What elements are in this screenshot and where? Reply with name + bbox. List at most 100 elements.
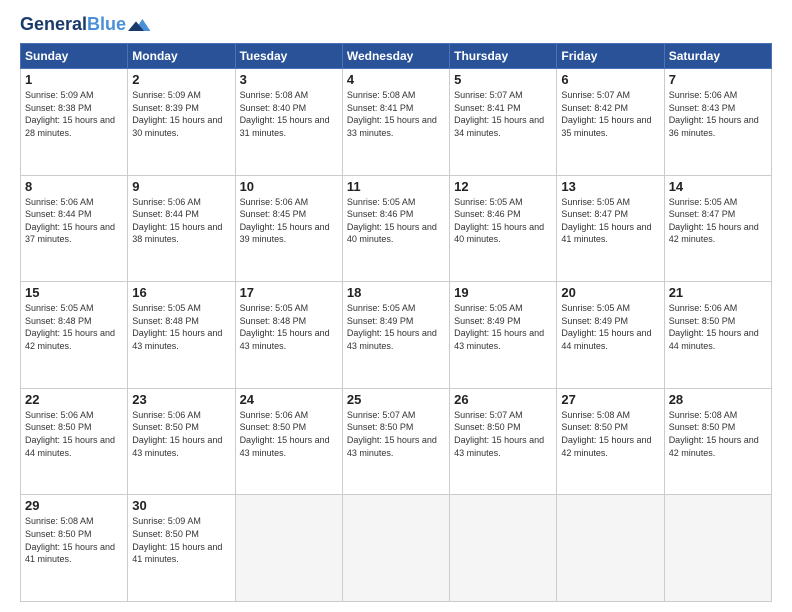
daylight-label: Daylight: 15 hours and 38 minutes. (132, 222, 222, 245)
day-info: Sunrise: 5:07 AM Sunset: 8:50 PM Dayligh… (454, 409, 552, 459)
calendar-week-2: 8 Sunrise: 5:06 AM Sunset: 8:44 PM Dayli… (21, 175, 772, 282)
sunset-label: Sunset: 8:41 PM (454, 103, 521, 113)
daylight-label: Daylight: 15 hours and 44 minutes. (561, 328, 651, 351)
daylight-label: Daylight: 15 hours and 42 minutes. (669, 222, 759, 245)
day-info: Sunrise: 5:06 AM Sunset: 8:50 PM Dayligh… (240, 409, 338, 459)
sunset-label: Sunset: 8:50 PM (132, 529, 199, 539)
empty-cell (557, 495, 664, 602)
col-header-sunday: Sunday (21, 44, 128, 69)
header-row: SundayMondayTuesdayWednesdayThursdayFrid… (21, 44, 772, 69)
sunrise-label: Sunrise: 5:06 AM (132, 197, 201, 207)
calendar-week-5: 29 Sunrise: 5:08 AM Sunset: 8:50 PM Dayl… (21, 495, 772, 602)
col-header-friday: Friday (557, 44, 664, 69)
daylight-label: Daylight: 15 hours and 40 minutes. (454, 222, 544, 245)
day-cell-24: 24 Sunrise: 5:06 AM Sunset: 8:50 PM Dayl… (235, 388, 342, 495)
calendar-week-3: 15 Sunrise: 5:05 AM Sunset: 8:48 PM Dayl… (21, 282, 772, 389)
daylight-label: Daylight: 15 hours and 43 minutes. (240, 328, 330, 351)
sunset-label: Sunset: 8:46 PM (454, 209, 521, 219)
day-number: 29 (25, 498, 123, 513)
sunrise-label: Sunrise: 5:06 AM (25, 197, 94, 207)
col-header-saturday: Saturday (664, 44, 771, 69)
day-info: Sunrise: 5:08 AM Sunset: 8:40 PM Dayligh… (240, 89, 338, 139)
day-info: Sunrise: 5:06 AM Sunset: 8:50 PM Dayligh… (669, 302, 767, 352)
sunset-label: Sunset: 8:41 PM (347, 103, 414, 113)
daylight-label: Daylight: 15 hours and 43 minutes. (132, 435, 222, 458)
sunset-label: Sunset: 8:44 PM (132, 209, 199, 219)
sunrise-label: Sunrise: 5:05 AM (669, 197, 738, 207)
sunset-label: Sunset: 8:50 PM (347, 422, 414, 432)
day-number: 18 (347, 285, 445, 300)
sunrise-label: Sunrise: 5:07 AM (454, 410, 523, 420)
sunrise-label: Sunrise: 5:07 AM (347, 410, 416, 420)
sunrise-label: Sunrise: 5:05 AM (561, 303, 630, 313)
sunset-label: Sunset: 8:49 PM (347, 316, 414, 326)
daylight-label: Daylight: 15 hours and 43 minutes. (347, 435, 437, 458)
sunset-label: Sunset: 8:49 PM (561, 316, 628, 326)
sunset-label: Sunset: 8:45 PM (240, 209, 307, 219)
day-number: 13 (561, 179, 659, 194)
day-cell-16: 16 Sunrise: 5:05 AM Sunset: 8:48 PM Dayl… (128, 282, 235, 389)
sunrise-label: Sunrise: 5:05 AM (347, 197, 416, 207)
day-info: Sunrise: 5:07 AM Sunset: 8:50 PM Dayligh… (347, 409, 445, 459)
daylight-label: Daylight: 15 hours and 30 minutes. (132, 115, 222, 138)
sunrise-label: Sunrise: 5:05 AM (454, 303, 523, 313)
daylight-label: Daylight: 15 hours and 42 minutes. (25, 328, 115, 351)
sunset-label: Sunset: 8:48 PM (25, 316, 92, 326)
daylight-label: Daylight: 15 hours and 37 minutes. (25, 222, 115, 245)
sunrise-label: Sunrise: 5:09 AM (132, 90, 201, 100)
day-number: 23 (132, 392, 230, 407)
logo-icon (128, 15, 152, 35)
day-info: Sunrise: 5:05 AM Sunset: 8:49 PM Dayligh… (454, 302, 552, 352)
day-info: Sunrise: 5:09 AM Sunset: 8:39 PM Dayligh… (132, 89, 230, 139)
daylight-label: Daylight: 15 hours and 40 minutes. (347, 222, 437, 245)
daylight-label: Daylight: 15 hours and 39 minutes. (240, 222, 330, 245)
day-number: 16 (132, 285, 230, 300)
daylight-label: Daylight: 15 hours and 41 minutes. (561, 222, 651, 245)
day-cell-20: 20 Sunrise: 5:05 AM Sunset: 8:49 PM Dayl… (557, 282, 664, 389)
daylight-label: Daylight: 15 hours and 44 minutes. (669, 328, 759, 351)
day-cell-14: 14 Sunrise: 5:05 AM Sunset: 8:47 PM Dayl… (664, 175, 771, 282)
day-number: 21 (669, 285, 767, 300)
day-number: 14 (669, 179, 767, 194)
day-info: Sunrise: 5:05 AM Sunset: 8:47 PM Dayligh… (561, 196, 659, 246)
daylight-label: Daylight: 15 hours and 43 minutes. (454, 328, 544, 351)
sunrise-label: Sunrise: 5:08 AM (347, 90, 416, 100)
day-number: 1 (25, 72, 123, 87)
day-cell-1: 1 Sunrise: 5:09 AM Sunset: 8:38 PM Dayli… (21, 69, 128, 176)
day-cell-17: 17 Sunrise: 5:05 AM Sunset: 8:48 PM Dayl… (235, 282, 342, 389)
sunrise-label: Sunrise: 5:05 AM (454, 197, 523, 207)
sunset-label: Sunset: 8:44 PM (25, 209, 92, 219)
day-number: 10 (240, 179, 338, 194)
daylight-label: Daylight: 15 hours and 41 minutes. (132, 542, 222, 565)
day-number: 9 (132, 179, 230, 194)
day-info: Sunrise: 5:08 AM Sunset: 8:50 PM Dayligh… (25, 515, 123, 565)
logo-text: GeneralBlue (20, 15, 126, 35)
day-info: Sunrise: 5:07 AM Sunset: 8:42 PM Dayligh… (561, 89, 659, 139)
day-cell-9: 9 Sunrise: 5:06 AM Sunset: 8:44 PM Dayli… (128, 175, 235, 282)
day-cell-23: 23 Sunrise: 5:06 AM Sunset: 8:50 PM Dayl… (128, 388, 235, 495)
daylight-label: Daylight: 15 hours and 42 minutes. (561, 435, 651, 458)
daylight-label: Daylight: 15 hours and 36 minutes. (669, 115, 759, 138)
sunset-label: Sunset: 8:46 PM (347, 209, 414, 219)
day-number: 4 (347, 72, 445, 87)
day-number: 24 (240, 392, 338, 407)
sunset-label: Sunset: 8:50 PM (561, 422, 628, 432)
sunrise-label: Sunrise: 5:08 AM (561, 410, 630, 420)
calendar-week-4: 22 Sunrise: 5:06 AM Sunset: 8:50 PM Dayl… (21, 388, 772, 495)
logo: GeneralBlue (20, 15, 152, 35)
sunrise-label: Sunrise: 5:06 AM (132, 410, 201, 420)
day-number: 5 (454, 72, 552, 87)
day-info: Sunrise: 5:09 AM Sunset: 8:38 PM Dayligh… (25, 89, 123, 139)
day-cell-21: 21 Sunrise: 5:06 AM Sunset: 8:50 PM Dayl… (664, 282, 771, 389)
day-number: 26 (454, 392, 552, 407)
header: GeneralBlue (20, 15, 772, 35)
sunrise-label: Sunrise: 5:09 AM (25, 90, 94, 100)
day-number: 8 (25, 179, 123, 194)
day-info: Sunrise: 5:06 AM Sunset: 8:44 PM Dayligh… (25, 196, 123, 246)
daylight-label: Daylight: 15 hours and 31 minutes. (240, 115, 330, 138)
sunset-label: Sunset: 8:42 PM (561, 103, 628, 113)
day-cell-19: 19 Sunrise: 5:05 AM Sunset: 8:49 PM Dayl… (450, 282, 557, 389)
day-number: 12 (454, 179, 552, 194)
day-cell-10: 10 Sunrise: 5:06 AM Sunset: 8:45 PM Dayl… (235, 175, 342, 282)
day-cell-27: 27 Sunrise: 5:08 AM Sunset: 8:50 PM Dayl… (557, 388, 664, 495)
